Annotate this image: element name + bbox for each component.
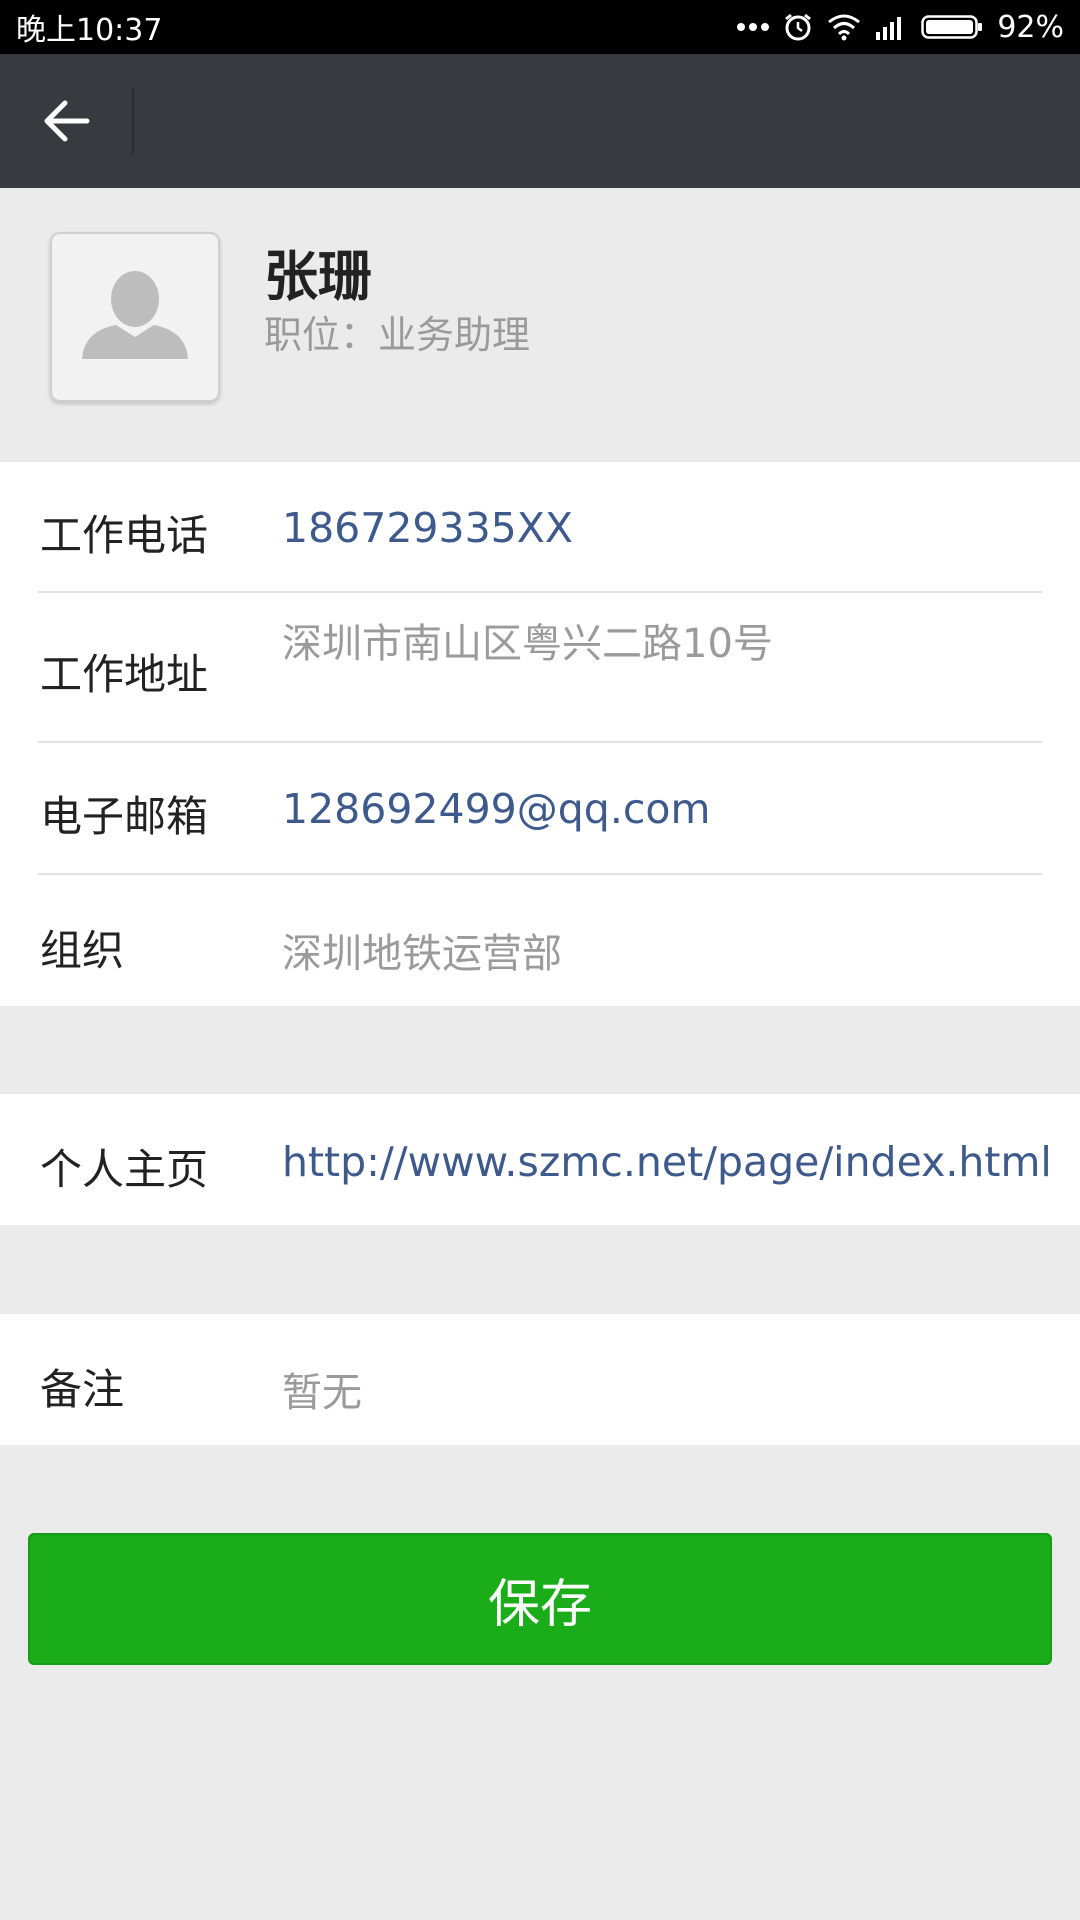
status-bar: 晚上10:37 92% (0, 0, 1080, 54)
note-label: 备注 (40, 1365, 125, 1414)
email-label: 电子邮箱 (40, 792, 209, 841)
save-button[interactable]: 保存 (28, 1533, 1052, 1665)
org-row[interactable]: 组织 深圳地铁运营部 (0, 875, 1080, 1006)
avatar[interactable] (50, 232, 220, 402)
phone-label: 工作电话 (40, 511, 209, 560)
email-value[interactable]: 128692499@qq.com (282, 785, 710, 833)
note-group: 备注 暂无 (0, 1314, 1080, 1445)
contact-name: 张珊 (264, 245, 372, 308)
homepage-row[interactable]: 个人主页 http://www.szmc.net/page/index.html (0, 1094, 1080, 1225)
homepage-group: 个人主页 http://www.szmc.net/page/index.html (0, 1094, 1080, 1225)
status-time: 晚上10:37 (16, 13, 163, 48)
note-value: 暂无 (282, 1370, 362, 1416)
address-row[interactable]: 工作地址 深圳市南山区粤兴二路10号 (0, 593, 1080, 741)
email-row[interactable]: 电子邮箱 128692499@qq.com (0, 743, 1080, 875)
nav-bar (0, 54, 1080, 188)
contact-position: 职位：业务助理 (264, 313, 531, 357)
alarm-icon (785, 13, 812, 41)
org-value: 深圳地铁运营部 (282, 931, 562, 977)
org-label: 组织 (40, 926, 125, 975)
default-avatar-icon (82, 271, 188, 359)
address-label: 工作地址 (40, 650, 209, 699)
back-button[interactable] (24, 82, 108, 160)
homepage-label: 个人主页 (40, 1145, 209, 1194)
wifi-icon (828, 14, 861, 41)
battery-percent: 92% (997, 9, 1064, 45)
phone-value[interactable]: 186729335XX (282, 504, 573, 552)
status-icons: 92% (737, 10, 1064, 45)
more-dots-icon (737, 23, 770, 31)
profile-header: 张珊 职位：业务助理 (0, 188, 1080, 462)
battery-icon (921, 15, 983, 39)
homepage-link[interactable]: http://www.szmc.net/page/index.html (282, 1138, 1052, 1186)
signal-icon (876, 17, 902, 40)
address-value: 深圳市南山区粤兴二路10号 (282, 621, 773, 667)
nav-divider (132, 88, 134, 154)
arrow-left-icon (44, 100, 90, 142)
info-group: 工作电话 186729335XX 工作地址 深圳市南山区粤兴二路10号 电子邮箱… (0, 462, 1080, 1006)
note-row[interactable]: 备注 暂无 (0, 1314, 1080, 1445)
phone-row[interactable]: 工作电话 186729335XX (0, 462, 1080, 592)
